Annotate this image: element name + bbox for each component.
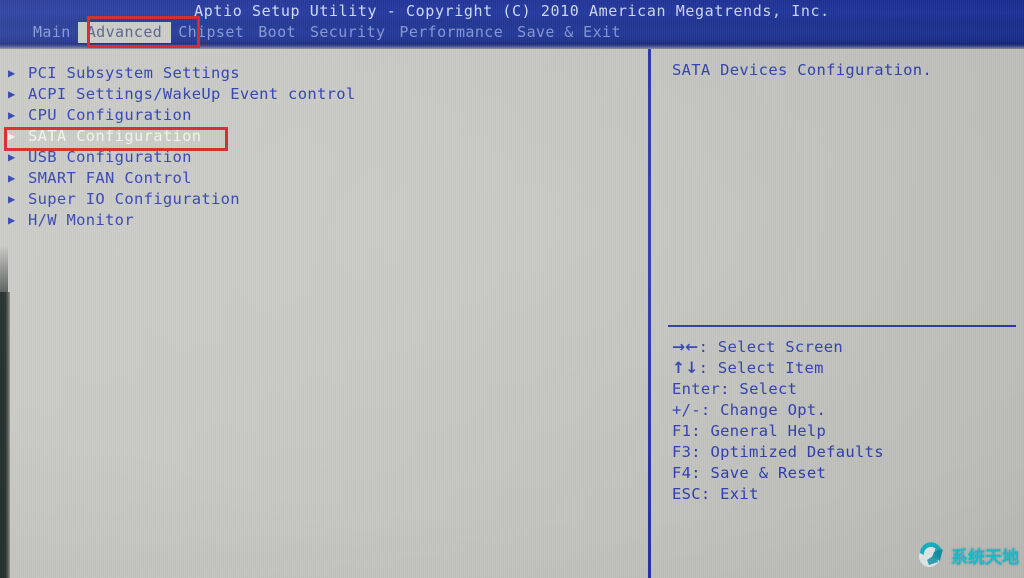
panel-divider	[648, 49, 651, 578]
legend-key: ESC	[672, 485, 701, 503]
watermark-logo-icon	[916, 540, 946, 570]
legend-key: Enter	[672, 380, 721, 398]
option-label: SMART FAN Control	[28, 169, 192, 187]
submenu-arrow-icon: ▶	[8, 213, 16, 227]
legend-key: F3	[672, 443, 692, 461]
legend-text: : General Help	[691, 422, 827, 440]
legend-key: +/-	[672, 401, 701, 419]
watermark-text: 系统天地	[951, 547, 1019, 568]
option-label: SATA Configuration	[28, 127, 202, 145]
legend-select-item: ↑↓: Select Item	[672, 358, 1020, 379]
legend-key: F1	[672, 422, 692, 440]
tab-chipset[interactable]: Chipset	[171, 22, 251, 43]
submenu-arrow-icon: ▶	[8, 129, 16, 143]
page-title: Aptio Setup Utility - Copyright (C) 2010…	[0, 0, 1024, 22]
tab-save-exit[interactable]: Save & Exit	[510, 22, 628, 43]
advanced-options-list: ▶ PCI Subsystem Settings ▶ ACPI Settings/W…	[8, 63, 668, 231]
help-description: SATA Devices Configuration.	[672, 61, 933, 79]
legend-exit: ESC: Exit	[672, 484, 1020, 505]
tab-boot[interactable]: Boot	[251, 22, 303, 43]
option-label: PCI Subsystem Settings	[28, 64, 240, 82]
submenu-arrow-icon: ▶	[8, 192, 16, 206]
tab-performance[interactable]: Performance	[392, 22, 510, 43]
submenu-arrow-icon: ▶	[8, 171, 16, 185]
legend-change-opt: +/-: Change Opt.	[672, 400, 1020, 421]
menu-bar: Main Advanced Chipset Boot Security Perf…	[0, 22, 1024, 43]
submenu-arrow-icon: ▶	[8, 87, 16, 101]
submenu-arrow-icon: ▶	[8, 108, 16, 122]
legend-enter-select: Enter: Select	[672, 379, 1020, 400]
help-separator	[668, 325, 1016, 327]
option-label: ACPI Settings/WakeUp Event control	[28, 85, 356, 103]
option-super-io-configuration[interactable]: ▶ Super IO Configuration	[8, 189, 668, 210]
legend-text: : Select Screen	[698, 338, 844, 356]
key-legend: →←: Select Screen ↑↓: Select Item Enter:…	[672, 337, 1020, 505]
option-label: H/W Monitor	[28, 211, 134, 229]
option-label: CPU Configuration	[28, 106, 192, 124]
setup-body: ▶ PCI Subsystem Settings ▶ ACPI Settings/W…	[0, 49, 1024, 578]
option-acpi-settings-wakeup-event-control[interactable]: ▶ ACPI Settings/WakeUp Event control	[8, 84, 668, 105]
submenu-arrow-icon: ▶	[8, 150, 16, 164]
arrow-up-down-icon: ↑↓	[672, 359, 699, 377]
option-usb-configuration[interactable]: ▶ USB Configuration	[8, 147, 668, 168]
option-smart-fan-control[interactable]: ▶ SMART FAN Control	[8, 168, 668, 189]
option-label: USB Configuration	[28, 148, 192, 166]
screen-bezel-left	[0, 292, 10, 578]
tab-advanced[interactable]: Advanced	[77, 22, 172, 43]
help-panel: SATA Devices Configuration. →←: Select S…	[660, 49, 1024, 578]
legend-general-help: F1: General Help	[672, 421, 1020, 442]
legend-text: : Exit	[700, 485, 759, 503]
legend-optimized-defaults: F3: Optimized Defaults	[672, 442, 1020, 463]
option-cpu-configuration[interactable]: ▶ CPU Configuration	[8, 105, 668, 126]
option-pci-subsystem-settings[interactable]: ▶ PCI Subsystem Settings	[8, 63, 668, 84]
tab-main[interactable]: Main	[26, 22, 78, 43]
option-label: Super IO Configuration	[28, 190, 240, 208]
tab-security[interactable]: Security	[303, 22, 392, 43]
option-hw-monitor[interactable]: ▶ H/W Monitor	[8, 210, 668, 231]
legend-text: : Save & Reset	[691, 464, 827, 482]
submenu-arrow-icon: ▶	[8, 66, 16, 80]
legend-text: : Optimized Defaults	[691, 443, 884, 461]
legend-save-reset: F4: Save & Reset	[672, 463, 1020, 484]
legend-text: : Select Item	[698, 359, 824, 377]
legend-key: F4	[672, 464, 692, 482]
legend-text: : Select	[720, 380, 798, 398]
option-sata-configuration[interactable]: ▶ SATA Configuration	[8, 126, 668, 147]
legend-text: : Change Opt.	[700, 401, 827, 419]
arrow-left-right-icon: →←	[672, 338, 699, 356]
bios-setup-screen: Aptio Setup Utility - Copyright (C) 2010…	[0, 0, 1024, 578]
legend-select-screen: →←: Select Screen	[672, 337, 1020, 358]
watermark: 系统天地	[916, 538, 1020, 572]
